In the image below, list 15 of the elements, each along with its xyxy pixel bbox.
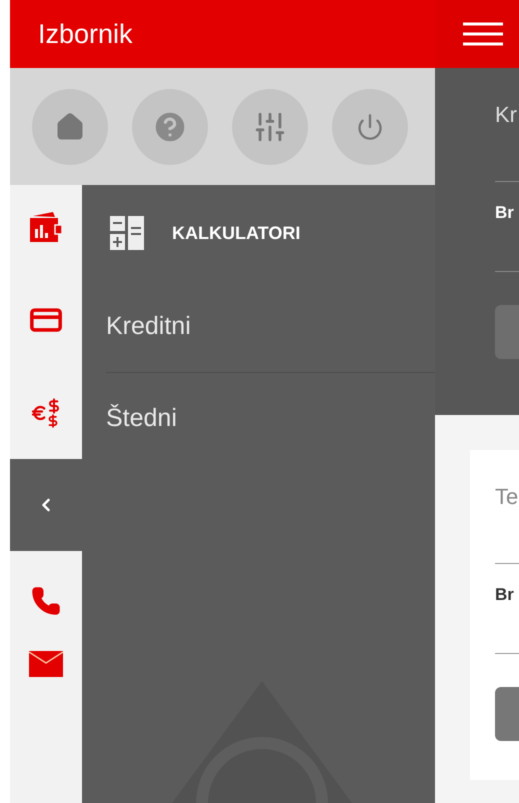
menu-item[interactable]: Štedni — [106, 373, 435, 465]
section-title: KALKULATORI — [172, 222, 300, 244]
power-icon — [356, 112, 384, 140]
phone-icon[interactable] — [31, 586, 61, 616]
currency-icon[interactable] — [30, 398, 62, 428]
field-label: Kr — [495, 101, 518, 129]
row-label: Br — [495, 203, 514, 222]
menu-title: Izbornik — [38, 18, 133, 51]
home-icon — [55, 112, 85, 142]
mail-icon[interactable] — [29, 651, 63, 677]
menu-icon[interactable] — [463, 22, 503, 46]
wallet-chart-icon[interactable] — [29, 210, 63, 242]
row-label: Br — [495, 585, 514, 604]
calculator-icon — [110, 216, 144, 250]
field-label: Te — [495, 483, 519, 511]
